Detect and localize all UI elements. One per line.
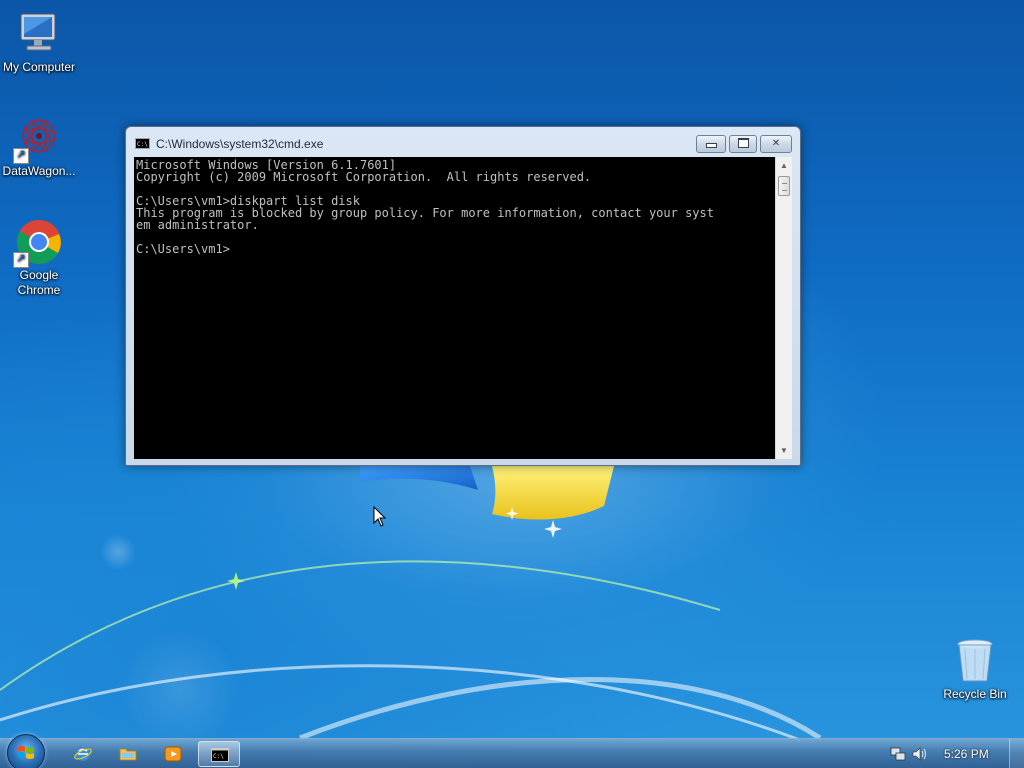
recycle-bin-icon [951,637,999,685]
console-line: Copyright (c) 2009 Microsoft Corporation… [136,170,592,184]
scroll-down-arrow-icon[interactable]: ▼ [776,442,792,459]
vertical-scrollbar[interactable]: ▲ ▼ [775,157,792,459]
minimize-icon [705,142,717,148]
desktop-icon-label: DataWagon... [2,164,76,178]
desktop-icon-label: Google Chrome [17,268,61,297]
console-output[interactable]: Microsoft Windows [Version 6.1.7601] Copy… [136,159,774,455]
scroll-up-arrow-icon[interactable]: ▲ [776,157,792,174]
network-icon[interactable] [890,746,906,762]
start-button[interactable] [7,734,45,768]
desktop-icon-recycle-bin[interactable]: Recycle Bin [935,637,1015,702]
shortcut-arrow-icon: ↗ [13,148,29,164]
command-prompt-icon: C:\ [135,138,150,149]
desktop: My Computer ↗ DataWagon... ↗ Google Chro… [0,0,1024,768]
minimize-button[interactable] [696,135,726,153]
maximize-icon [737,138,749,149]
media-player-icon [164,746,182,762]
desktop-icon-label: Recycle Bin [943,687,1007,701]
console-area[interactable]: Microsoft Windows [Version 6.1.7601] Copy… [134,157,792,459]
show-desktop-button[interactable] [1009,739,1024,768]
volume-icon[interactable] [912,746,928,762]
command-prompt-icon: C:\ [211,748,229,762]
scroll-thumb[interactable] [778,176,790,196]
shortcut-arrow-icon: ↗ [13,252,29,268]
desktop-icon-datawagon[interactable]: ↗ DataWagon... [0,114,79,179]
close-button[interactable]: ✕ [760,135,792,153]
taskbar-media-player[interactable] [152,741,192,767]
clock[interactable]: 5:26 PM [944,747,989,761]
desktop-icon-label: My Computer [2,60,76,74]
system-tray: 5:26 PM [884,739,1024,768]
console-line: em administrator. [136,218,259,232]
windows-logo-icon [18,746,34,759]
taskbar: C:\ 5:26 PM [0,734,1024,768]
window-titlebar[interactable]: C:\ C:\Windows\system32\cmd.exe ✕ [126,127,800,157]
mouse-pointer-icon [373,506,387,527]
maximize-button[interactable] [729,135,757,153]
close-icon: ✕ [771,138,781,149]
windows-explorer-icon [119,748,137,761]
desktop-icon-my-computer[interactable]: My Computer [0,10,79,75]
internet-explorer-icon [74,747,92,761]
taskbar-windows-explorer[interactable] [107,741,147,767]
desktop-icon-google-chrome[interactable]: ↗ Google Chrome [0,218,79,298]
chrome-icon: ↗ [13,218,63,268]
console-prompt-line: C:\Users\vm1> [136,242,230,256]
command-prompt-window[interactable]: C:\ C:\Windows\system32\cmd.exe ✕ Micros… [125,126,801,466]
datawagon-icon: ↗ [13,114,63,164]
taskbar-command-prompt[interactable]: C:\ [198,741,240,767]
computer-icon [15,10,63,58]
window-title: C:\Windows\system32\cmd.exe [156,137,324,151]
svg-text:C:\: C:\ [213,753,224,760]
taskbar-internet-explorer[interactable] [62,741,102,767]
